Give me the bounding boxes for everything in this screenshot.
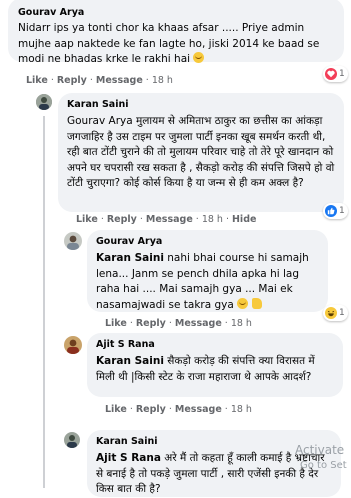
mention-tag[interactable]: Ajit S Rana [96, 452, 161, 464]
message-link[interactable]: Message [96, 75, 143, 86]
comment-text: Karan Saini सैकड़ो करोड़ की संपत्ति क्या… [96, 354, 334, 385]
comment-actions: Like · Reply · Message · 18 h · Hide [76, 214, 257, 225]
hide-link[interactable]: Hide [232, 214, 256, 225]
reply-link[interactable]: Reply [57, 75, 87, 86]
message-link[interactable]: Message [175, 404, 222, 415]
timestamp[interactable]: 18 h [202, 214, 223, 225]
reply-link[interactable]: Reply [107, 214, 137, 225]
comment-actions: Like · Reply · Message · 18 h [26, 75, 173, 86]
comment-text: Ajit S Rana अरे मैं तो कहता हूँ काली कमा… [96, 451, 332, 498]
heart-icon [325, 68, 337, 80]
activate-windows-watermark: Activate [295, 443, 345, 457]
comment-bubble: Gourav Arya Karan Saini nahi bhai course… [87, 230, 328, 312]
reaction-summary[interactable]: 1 [323, 305, 348, 321]
comment-actions: Like · Reply · Message · 18 h [105, 318, 252, 329]
thread-line [43, 116, 45, 488]
mention-tag[interactable]: Karan Saini [96, 355, 164, 367]
comment-author[interactable]: Gourav Arya [18, 7, 334, 19]
timestamp[interactable]: 18 h [231, 318, 252, 329]
message-link[interactable]: Message [146, 214, 193, 225]
haha-icon [325, 307, 337, 319]
reaction-summary[interactable]: 1 [323, 66, 348, 82]
comment-bubble: Karan Saini Gourav Arya मुलायम से अमिताभ… [58, 93, 344, 212]
comment-bubble: Ajit S Rana Karan Saini सैकड़ो करोड़ की … [87, 333, 343, 397]
thumbs-up-emoji-icon [251, 297, 262, 309]
avatar[interactable] [64, 232, 82, 250]
timestamp[interactable]: 18 h [231, 404, 252, 415]
timestamp[interactable]: 18 h [152, 75, 173, 86]
avatar[interactable] [64, 432, 80, 448]
comment-text: Gourav Arya मुलायम से अमिताभ ठाकुर का छत… [67, 115, 335, 189]
mention-tag[interactable]: Karan Saini [96, 252, 164, 264]
reaction-count: 1 [339, 69, 345, 79]
like-link[interactable]: Like [26, 75, 48, 86]
comment-author[interactable]: Karan Saini [67, 99, 335, 111]
comment-author[interactable]: Gourav Arya [96, 236, 319, 248]
like-link[interactable]: Like [76, 214, 98, 225]
avatar[interactable] [36, 94, 52, 110]
reply-link[interactable]: Reply [136, 318, 166, 329]
comment-bubble: Gourav Arya Nidarr ips ya tonti chor ka … [8, 0, 344, 65]
message-link[interactable]: Message [175, 318, 222, 329]
activate-windows-watermark-sub: Go to Set [300, 460, 347, 471]
reply-link[interactable]: Reply [136, 404, 166, 415]
reaction-count: 1 [339, 308, 345, 318]
comment-text: Karan Saini nahi bhai course hi samajh l… [96, 251, 319, 313]
comment-author[interactable]: Ajit S Rana [96, 339, 334, 351]
comment-text-body: Nidarr ips ya tonti chor ka khaas afsar … [18, 22, 320, 65]
like-link[interactable]: Like [105, 404, 127, 415]
reaction-count: 1 [339, 206, 345, 216]
comment-actions: Like · Reply · Message · 18 h [105, 404, 252, 415]
avatar[interactable] [64, 336, 82, 354]
comment-text: Nidarr ips ya tonti chor ka khaas afsar … [18, 21, 334, 68]
reaction-summary[interactable]: 1 [323, 203, 348, 219]
like-link[interactable]: Like [105, 318, 127, 329]
grin-emoji-icon [193, 52, 205, 63]
grin-emoji-icon [237, 297, 249, 309]
like-icon [325, 205, 337, 217]
